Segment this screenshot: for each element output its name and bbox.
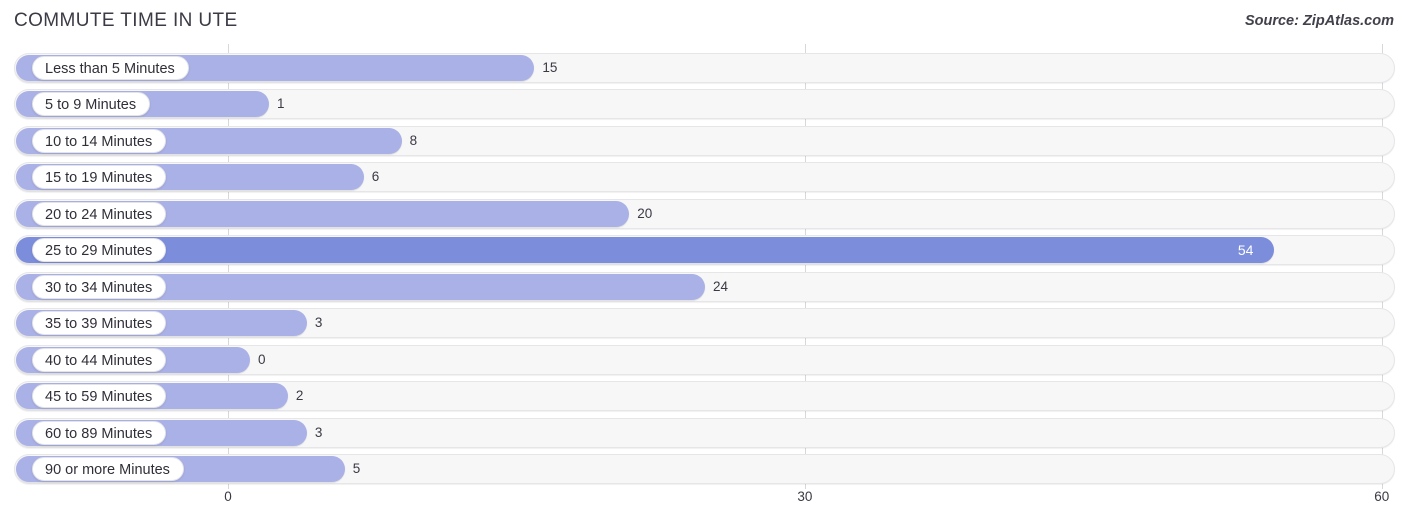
- page-title: COMMUTE TIME IN UTE: [14, 10, 238, 31]
- bar-row[interactable]: 90 or more Minutes 5: [0, 453, 1406, 484]
- bar-row[interactable]: Less than 5 Minutes 15: [0, 53, 1406, 83]
- value-bar[interactable]: [16, 237, 1274, 264]
- x-axis: 0 30 60: [0, 489, 1406, 523]
- bar-row[interactable]: 40 to 44 Minutes 0: [0, 344, 1406, 375]
- value-label-inside: 54: [1237, 242, 1254, 259]
- value-label: 20: [637, 205, 653, 221]
- value-label: 3: [314, 315, 323, 331]
- value-label: 1: [276, 96, 285, 112]
- bar-row[interactable]: 25 to 29 Minutes 54: [0, 235, 1406, 266]
- bar-row[interactable]: 35 to 39 Minutes 3: [0, 308, 1406, 339]
- category-label: Less than 5 Minutes: [32, 56, 189, 80]
- bar-row[interactable]: 20 to 24 Minutes 20: [0, 198, 1406, 229]
- value-label: 0: [258, 351, 266, 367]
- chart-header: COMMUTE TIME IN UTE Source: ZipAtlas.com: [0, 0, 1406, 44]
- category-label: 30 to 34 Minutes: [32, 274, 167, 299]
- bar-row[interactable]: 5 to 9 Minutes 1: [0, 89, 1406, 120]
- category-label: 25 to 29 Minutes: [32, 238, 167, 263]
- bar-row[interactable]: 45 to 59 Minutes 2: [0, 381, 1406, 412]
- bar-row[interactable]: 15 to 19 Minutes 6: [0, 162, 1406, 193]
- bar-rows: Less than 5 Minutes 15 5 to 9 Minutes 1 10 t…: [0, 44, 1406, 489]
- bar-row[interactable]: 30 to 34 Minutes 24: [0, 271, 1406, 302]
- plot-area: Less than 5 Minutes 15 5 to 9 Minutes 1 10 t…: [0, 44, 1406, 489]
- value-label: 8: [409, 132, 418, 148]
- category-label: 20 to 24 Minutes: [32, 201, 167, 226]
- category-label: 35 to 39 Minutes: [32, 311, 167, 336]
- category-label: 10 to 14 Minutes: [32, 128, 167, 153]
- bar-row[interactable]: 10 to 14 Minutes 8: [0, 125, 1406, 156]
- source-attribution: Source: ZipAtlas.com: [1244, 13, 1394, 29]
- category-label: 60 to 89 Minutes: [32, 420, 167, 445]
- category-label: 15 to 19 Minutes: [32, 165, 167, 190]
- category-label: 90 or more Minutes: [32, 456, 184, 481]
- x-tick-label: 0: [224, 489, 232, 504]
- x-tick-label: 60: [1374, 489, 1390, 504]
- value-label: 15: [542, 60, 558, 75]
- category-label: 40 to 44 Minutes: [32, 347, 167, 372]
- value-label: 24: [713, 278, 729, 294]
- category-label: 45 to 59 Minutes: [32, 384, 167, 409]
- value-label: 2: [295, 388, 304, 404]
- category-label: 5 to 9 Minutes: [32, 92, 151, 117]
- x-tick-label: 30: [797, 489, 813, 504]
- value-label: 5: [352, 460, 361, 476]
- value-label: 6: [371, 169, 380, 185]
- bar-row[interactable]: 60 to 89 Minutes 3: [0, 417, 1406, 448]
- value-label: 3: [314, 424, 323, 440]
